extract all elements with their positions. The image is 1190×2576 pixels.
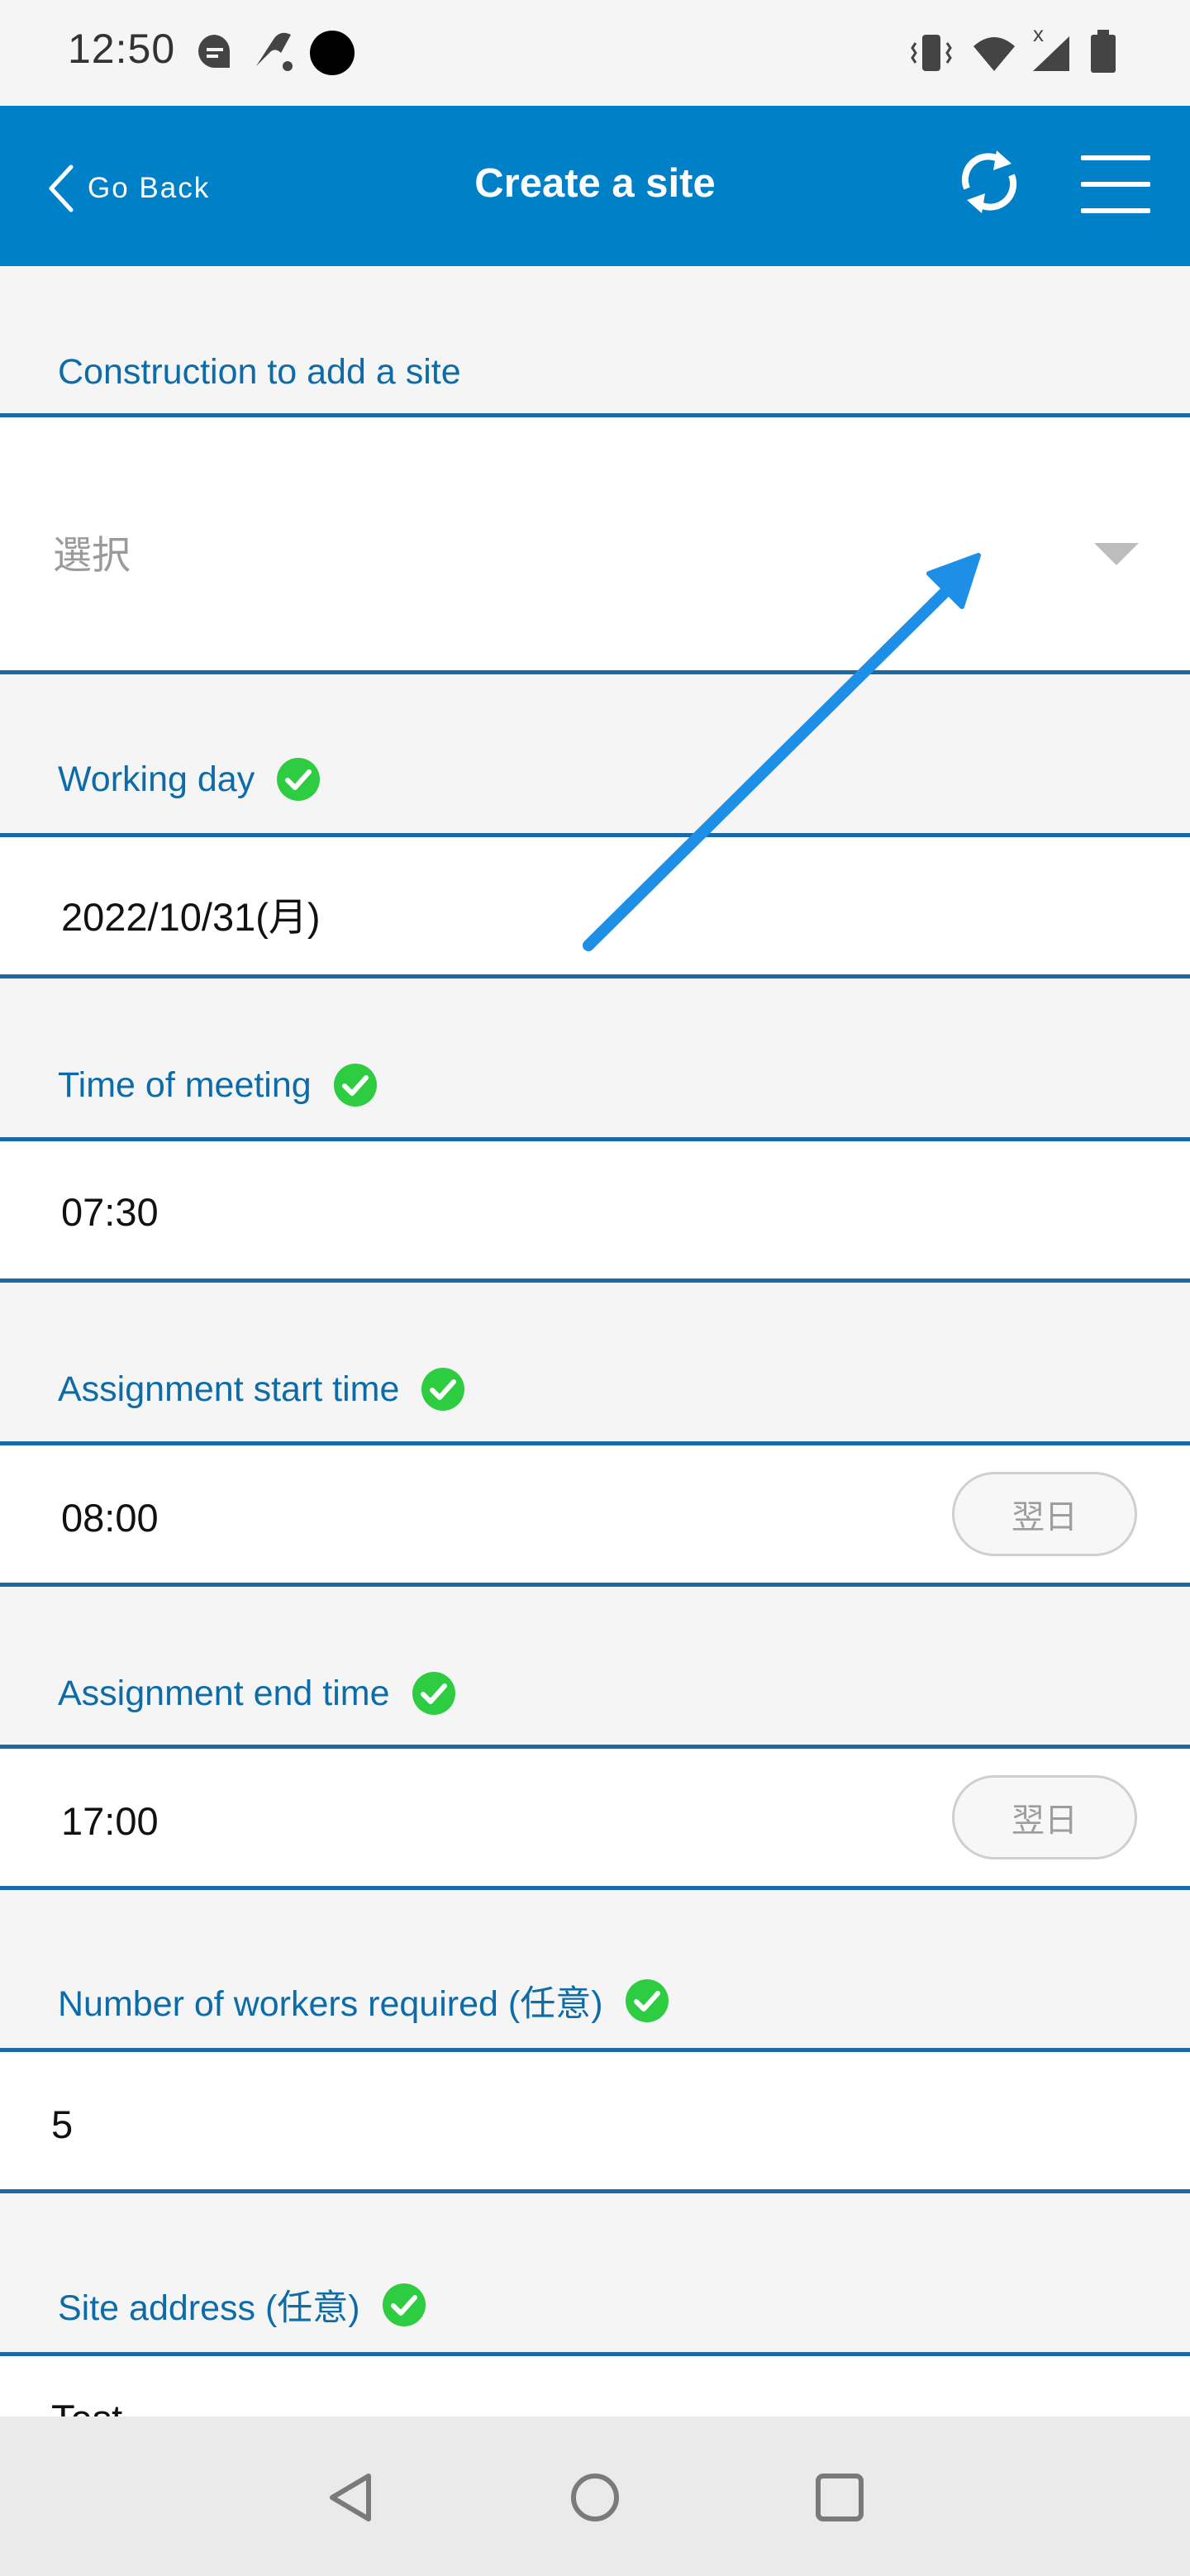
record-dot-icon	[310, 31, 355, 75]
end-time-label: Assignment end time	[58, 1671, 456, 1716]
meeting-time-label: Time of meeting	[58, 1063, 378, 1107]
battery-icon	[1091, 30, 1116, 73]
app-bar: Go Back Create a site	[0, 106, 1190, 266]
check-circle-icon	[277, 758, 321, 801]
status-bar: 12:50 x	[0, 0, 1190, 106]
status-time: 12:50	[68, 26, 176, 72]
end-next-day-button[interactable]: 翌日	[952, 1775, 1137, 1859]
back-triangle-icon[interactable]	[319, 2464, 385, 2531]
workers-label: Number of workers required (任意)	[58, 1975, 669, 2026]
vibrate-icon	[911, 35, 952, 71]
start-next-day-button[interactable]: 翌日	[952, 1472, 1137, 1556]
construction-label: Construction to add a site	[58, 352, 461, 393]
start-time-value: 08:00	[61, 1496, 159, 1540]
recents-square-icon[interactable]	[807, 2464, 873, 2531]
start-time-label: Assignment start time	[58, 1367, 465, 1412]
workers-field[interactable]: 5	[0, 2048, 1190, 2193]
end-time-field[interactable]: 17:00 翌日	[0, 1745, 1190, 1890]
address-label: Site address (任意)	[58, 2279, 426, 2331]
end-time-value: 17:00	[61, 1799, 159, 1843]
signal-icon	[1033, 36, 1069, 71]
workers-label-text: Number of workers required (任意)	[58, 1984, 603, 2024]
working-day-field[interactable]: 2022/10/31(月)	[0, 833, 1190, 978]
start-time-label-text: Assignment start time	[58, 1369, 400, 1409]
check-circle-icon	[412, 1672, 455, 1715]
working-day-label-text: Working day	[58, 759, 255, 799]
construction-select[interactable]: 選択	[0, 413, 1190, 674]
hamburger-menu-icon[interactable]	[1076, 155, 1152, 213]
meeting-time-field[interactable]: 07:30	[0, 1137, 1190, 1283]
meeting-time-label-text: Time of meeting	[58, 1064, 312, 1105]
wifi-icon	[973, 37, 1015, 71]
check-circle-icon	[625, 1979, 669, 2022]
refresh-icon[interactable]	[952, 142, 1026, 221]
check-circle-icon	[333, 1064, 377, 1107]
construction-label-text: Construction to add a site	[58, 352, 461, 392]
chat-bubble-icon	[198, 35, 231, 68]
end-time-label-text: Assignment end time	[58, 1673, 390, 1713]
meeting-time-value: 07:30	[61, 1190, 159, 1234]
home-circle-icon[interactable]	[562, 2464, 628, 2531]
check-circle-icon	[382, 2283, 426, 2326]
system-nav-bar	[0, 2416, 1190, 2576]
chevron-down-icon	[1094, 543, 1139, 565]
address-label-text: Site address (任意)	[58, 2288, 360, 2328]
working-day-label: Working day	[58, 757, 321, 802]
working-day-value: 2022/10/31(月)	[61, 895, 321, 939]
construction-select-placeholder: 選択	[53, 533, 131, 577]
telecom-icon	[256, 32, 293, 71]
start-time-field[interactable]: 08:00 翌日	[0, 1441, 1190, 1587]
workers-value: 5	[51, 2102, 74, 2146]
check-circle-icon	[421, 1368, 465, 1411]
